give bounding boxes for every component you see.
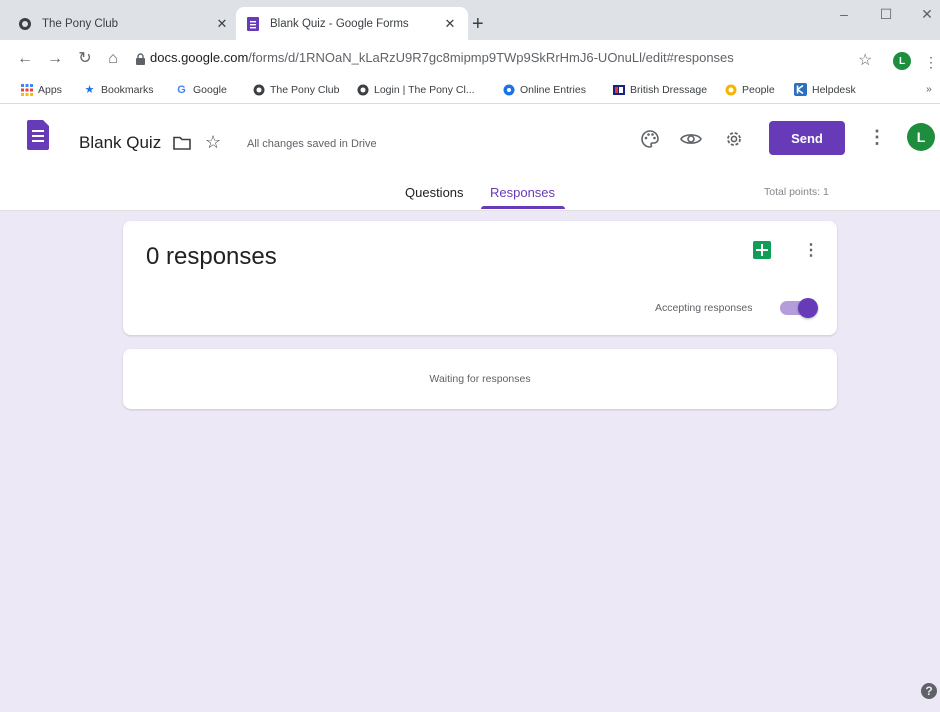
form-title[interactable]: Blank Quiz	[79, 133, 161, 153]
total-points: Total points: 1	[764, 186, 829, 198]
pony-club-icon	[252, 83, 265, 96]
bookmark-label: The Pony Club	[270, 83, 340, 96]
bookmark-people[interactable]: People	[724, 83, 775, 96]
responses-summary-card	[123, 221, 837, 335]
bookmark-label: Helpdesk	[812, 83, 856, 96]
tab-pony-club[interactable]: The Pony Club ✕	[8, 7, 240, 40]
helpdesk-icon	[794, 83, 807, 96]
new-tab-button[interactable]: +	[472, 14, 484, 34]
waiting-message: Waiting for responses	[429, 373, 531, 385]
back-arrow-icon[interactable]: ←	[16, 51, 34, 69]
pony-club-favicon-icon	[18, 17, 32, 31]
preview-eye-icon[interactable]	[680, 132, 702, 151]
close-window-button[interactable]: ✕	[912, 6, 940, 23]
browser-menu-icon[interactable]: ⋮	[924, 54, 938, 71]
create-spreadsheet-icon[interactable]	[753, 241, 771, 259]
bookmark-label: Apps	[38, 83, 62, 96]
lock-icon	[136, 52, 145, 70]
tab-questions[interactable]: Questions	[405, 185, 464, 200]
more-options-icon[interactable]: ⋮	[868, 127, 886, 148]
responses-count: 0 responses	[146, 243, 277, 270]
bookmark-british-dressage[interactable]: British Dressage	[612, 83, 707, 96]
address-bar[interactable]: docs.google.com/forms/d/1RNOaN_kLaRzU9R7…	[150, 50, 734, 65]
bookmark-helpdesk[interactable]: Helpdesk	[794, 83, 856, 96]
url-path: /forms/d/1RNOaN_kLaRzU9R7gc8mipmp9TWp9Sk…	[248, 50, 734, 65]
reload-icon[interactable]: ↻	[76, 51, 94, 69]
bookmark-label: People	[742, 83, 775, 96]
bookmark-bookmarks[interactable]: ★ Bookmarks	[83, 83, 154, 97]
tab-blank-quiz[interactable]: Blank Quiz - Google Forms ✕	[236, 7, 468, 40]
bookmark-apps[interactable]: Apps	[20, 83, 62, 96]
browser-profile-avatar[interactable]: L	[893, 52, 911, 70]
palette-icon[interactable]	[640, 129, 660, 154]
bookmarks-bar: Apps ★ Bookmarks G Google The Pony Club …	[0, 78, 940, 104]
google-forms-logo-icon[interactable]	[27, 120, 49, 150]
bookmark-label: Online Entries	[520, 83, 586, 96]
bookmarks-overflow-button[interactable]: »	[926, 83, 932, 95]
online-entries-icon	[502, 83, 515, 96]
home-icon[interactable]: ⌂	[104, 51, 122, 69]
forward-arrow-icon[interactable]: →	[46, 51, 64, 69]
bookmark-star-icon[interactable]: ☆	[858, 50, 872, 70]
people-icon	[724, 83, 737, 96]
tab-title: The Pony Club	[42, 17, 119, 30]
bookmark-pony-club[interactable]: The Pony Club	[252, 83, 339, 96]
active-tab-indicator	[481, 206, 565, 209]
close-tab-icon[interactable]: ✕	[214, 16, 230, 32]
tab-title: Blank Quiz - Google Forms	[270, 17, 409, 30]
bookmark-label: Google	[193, 83, 227, 96]
bookmark-label: British Dressage	[630, 83, 708, 96]
responses-more-options-icon[interactable]: ⋮	[803, 240, 819, 260]
browser-tab-strip: The Pony Club ✕ Blank Quiz - Google Form…	[0, 0, 940, 40]
star-icon: ★	[84, 84, 95, 96]
settings-gear-icon[interactable]	[724, 129, 744, 154]
british-dressage-icon	[612, 83, 625, 96]
star-icon[interactable]: ☆	[205, 132, 221, 153]
toggle-knob	[798, 298, 818, 318]
pony-club-icon	[356, 83, 369, 96]
send-button[interactable]: Send	[769, 121, 845, 155]
help-icon[interactable]: ?	[921, 683, 937, 699]
apps-grid-icon	[20, 83, 33, 96]
maximize-button[interactable]: ☐	[871, 6, 901, 23]
bookmark-login-pony-club[interactable]: Login | The Pony Cl...	[356, 83, 475, 96]
minimize-button[interactable]: –	[829, 6, 859, 22]
save-status: All changes saved in Drive	[247, 138, 377, 150]
folder-icon[interactable]	[173, 136, 191, 155]
bookmark-label: Bookmarks	[101, 83, 154, 96]
close-tab-icon[interactable]: ✕	[442, 16, 458, 32]
account-avatar[interactable]: L	[907, 123, 935, 151]
bookmark-google[interactable]: G Google	[175, 83, 227, 96]
accepting-responses-label: Accepting responses	[655, 302, 753, 314]
bookmark-online-entries[interactable]: Online Entries	[502, 83, 586, 96]
accepting-responses-toggle[interactable]	[780, 298, 818, 318]
bookmark-label: Login | The Pony Cl...	[374, 83, 475, 96]
browser-toolbar: ← → ↻ ⌂ docs.google.com/forms/d/1RNOaN_k…	[0, 40, 940, 78]
url-host: docs.google.com	[150, 50, 249, 65]
google-forms-favicon-icon	[246, 16, 260, 31]
google-g-icon: G	[177, 83, 186, 96]
tab-responses[interactable]: Responses	[490, 185, 555, 200]
